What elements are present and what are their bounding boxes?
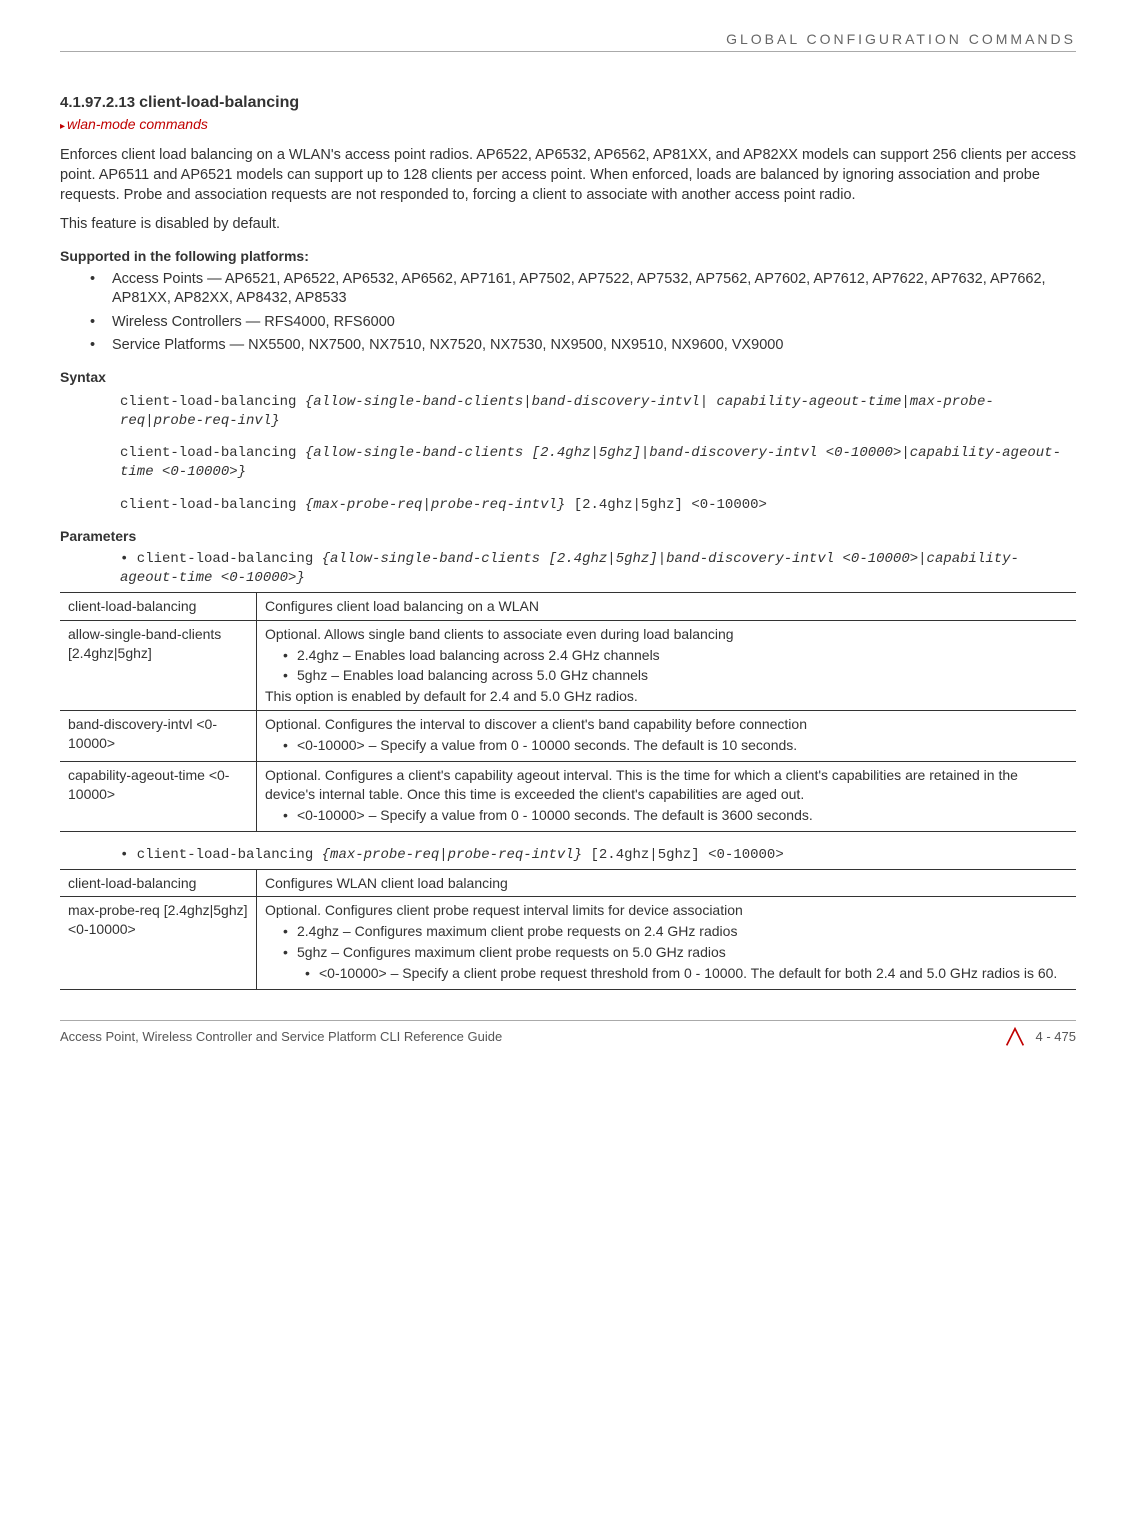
parameters-label: Parameters: [60, 527, 1076, 546]
list-item: <0-10000> – Specify a value from 0 - 100…: [283, 736, 1068, 755]
param-text: This option is enabled by default for 2.…: [265, 687, 1068, 706]
platforms-list: Access Points — AP6521, AP6522, AP6532, …: [90, 270, 1076, 356]
list-item: <0-10000> – Specify a value from 0 - 100…: [283, 806, 1068, 825]
parameters-table-2: client-load-balancing Configures WLAN cl…: [60, 869, 1076, 990]
syntax-line-2: client-load-balancing {allow-single-band…: [120, 444, 1076, 482]
list-item: 5ghz – Enables load balancing across 5.0…: [283, 666, 1068, 685]
footer-title: Access Point, Wireless Controller and Se…: [60, 1028, 502, 1046]
param-args: {max-probe-req|probe-req-intvl}: [322, 847, 582, 863]
table-row: allow-single-band-clients [2.4ghz|5ghz] …: [60, 620, 1076, 711]
table-row: max-probe-req [2.4ghz|5ghz] <0-10000> Op…: [60, 897, 1076, 990]
intro-paragraph-1: Enforces client load balancing on a WLAN…: [60, 146, 1076, 205]
param-cmd: • client-load-balancing: [120, 551, 322, 567]
list-item: 5ghz – Configures maximum client probe r…: [283, 943, 1068, 983]
parameter-lead-1: • client-load-balancing {allow-single-ba…: [120, 550, 1076, 588]
section-number: 4.1.97.2.13: [60, 94, 135, 111]
parameters-table-1: client-load-balancing Configures client …: [60, 592, 1076, 832]
page-number: 4 - 475: [1036, 1028, 1076, 1046]
platform-wireless-controllers: Wireless Controllers — RFS4000, RFS6000: [90, 313, 1076, 333]
param-name: band-discovery-intvl <0-10000>: [60, 711, 257, 762]
platform-service-platforms: Service Platforms — NX5500, NX7500, NX75…: [90, 336, 1076, 356]
param-desc: Optional. Configures a client's capabili…: [257, 762, 1077, 832]
param-text: Optional. Allows single band clients to …: [265, 625, 1068, 644]
param-desc: Configures WLAN client load balancing: [257, 869, 1077, 897]
section-title: client-load-balancing: [139, 94, 299, 111]
syntax-args: {max-probe-req|probe-req-intvl}: [305, 497, 565, 513]
syntax-label: Syntax: [60, 368, 1076, 387]
param-text: Optional. Configures the interval to dis…: [265, 715, 1068, 734]
param-desc: Optional. Allows single band clients to …: [257, 620, 1077, 711]
list-item: <0-10000> – Specify a client probe reque…: [305, 964, 1068, 983]
list-item-text: 5ghz – Configures maximum client probe r…: [297, 944, 726, 960]
parameter-lead-2: • client-load-balancing {max-probe-req|p…: [120, 846, 1076, 865]
intro-paragraph-2: This feature is disabled by default.: [60, 215, 1076, 235]
param-desc: Configures client load balancing on a WL…: [257, 592, 1077, 620]
param-cmd: • client-load-balancing: [120, 847, 322, 863]
supported-platforms-label: Supported in the following platforms:: [60, 247, 1076, 266]
syntax-tail: [2.4ghz|5ghz] <0-10000>: [565, 497, 767, 513]
param-name: capability-ageout-time <0-10000>: [60, 762, 257, 832]
syntax-cmd: client-load-balancing: [120, 394, 305, 410]
footer-logo-icon: [1004, 1027, 1026, 1047]
param-text: Optional. Configures client probe reques…: [265, 901, 1068, 920]
param-desc: Optional. Configures client probe reques…: [257, 897, 1077, 990]
param-name: allow-single-band-clients [2.4ghz|5ghz]: [60, 620, 257, 711]
table-row: band-discovery-intvl <0-10000> Optional.…: [60, 711, 1076, 762]
param-name: client-load-balancing: [60, 592, 257, 620]
syntax-cmd: client-load-balancing: [120, 445, 305, 461]
list-item: 2.4ghz – Enables load balancing across 2…: [283, 646, 1068, 665]
param-name: client-load-balancing: [60, 869, 257, 897]
table-row: client-load-balancing Configures WLAN cl…: [60, 869, 1076, 897]
param-desc: Optional. Configures the interval to dis…: [257, 711, 1077, 762]
platform-access-points: Access Points — AP6521, AP6522, AP6532, …: [90, 270, 1076, 309]
page-footer: Access Point, Wireless Controller and Se…: [60, 1020, 1076, 1047]
table-row: client-load-balancing Configures client …: [60, 592, 1076, 620]
param-text: Optional. Configures a client's capabili…: [265, 766, 1068, 804]
table-row: capability-ageout-time <0-10000> Optiona…: [60, 762, 1076, 832]
header-category: GLOBAL CONFIGURATION COMMANDS: [60, 30, 1076, 52]
breadcrumb[interactable]: wlan-mode commands: [60, 115, 1076, 134]
syntax-line-3: client-load-balancing {max-probe-req|pro…: [120, 496, 1076, 515]
param-tail: [2.4ghz|5ghz] <0-10000>: [582, 847, 784, 863]
syntax-cmd: client-load-balancing: [120, 497, 305, 513]
list-item: 2.4ghz – Configures maximum client probe…: [283, 922, 1068, 941]
section-heading: 4.1.97.2.13 client-load-balancing: [60, 92, 1076, 114]
syntax-line-1: client-load-balancing {allow-single-band…: [120, 393, 1076, 431]
param-name: max-probe-req [2.4ghz|5ghz] <0-10000>: [60, 897, 257, 990]
